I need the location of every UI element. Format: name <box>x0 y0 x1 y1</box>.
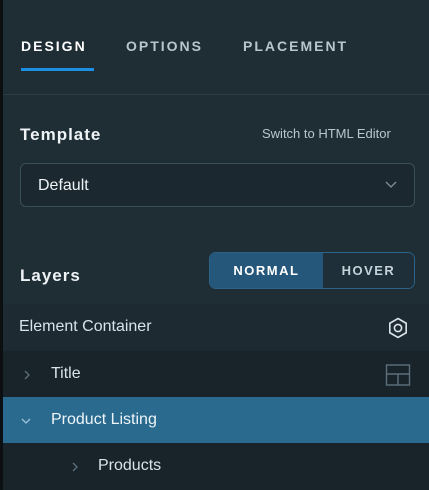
layout-grid-icon[interactable] <box>385 363 411 387</box>
template-heading: Template <box>20 125 102 144</box>
chevron-right-icon[interactable] <box>69 461 81 473</box>
layer-item-products[interactable]: Products <box>3 443 429 490</box>
settings-target-icon[interactable] <box>387 317 409 339</box>
switch-to-html-editor-link[interactable]: Switch to HTML Editor <box>262 126 391 141</box>
tab-placement[interactable]: PLACEMENT <box>243 38 348 54</box>
design-panel: DESIGN OPTIONS PLACEMENT Template Switch… <box>0 0 429 490</box>
state-toggle: NORMAL HOVER <box>209 252 415 289</box>
template-select[interactable]: Default <box>20 163 415 207</box>
tab-design[interactable]: DESIGN <box>21 38 87 54</box>
chevron-right-icon[interactable] <box>21 369 33 381</box>
layer-item-element-container[interactable]: Element Container <box>3 304 429 351</box>
layer-item-product-listing[interactable]: Product Listing <box>3 397 429 444</box>
hover-state-button[interactable]: HOVER <box>322 253 414 288</box>
tab-bar: DESIGN OPTIONS PLACEMENT <box>3 0 429 95</box>
normal-state-button[interactable]: NORMAL <box>210 253 323 288</box>
tab-options[interactable]: OPTIONS <box>126 38 203 54</box>
chevron-down-icon[interactable] <box>20 415 32 427</box>
layer-item-title[interactable]: Title <box>3 351 429 398</box>
layer-item-label: Element Container <box>19 318 152 335</box>
layers-heading: Layers <box>20 266 81 285</box>
template-select-value: Default <box>38 177 89 194</box>
chevron-down-icon <box>385 181 397 188</box>
layer-item-label: Product Listing <box>51 411 157 428</box>
layer-item-label: Products <box>98 457 162 474</box>
layer-item-label: Title <box>51 365 81 382</box>
active-tab-indicator <box>21 68 94 71</box>
